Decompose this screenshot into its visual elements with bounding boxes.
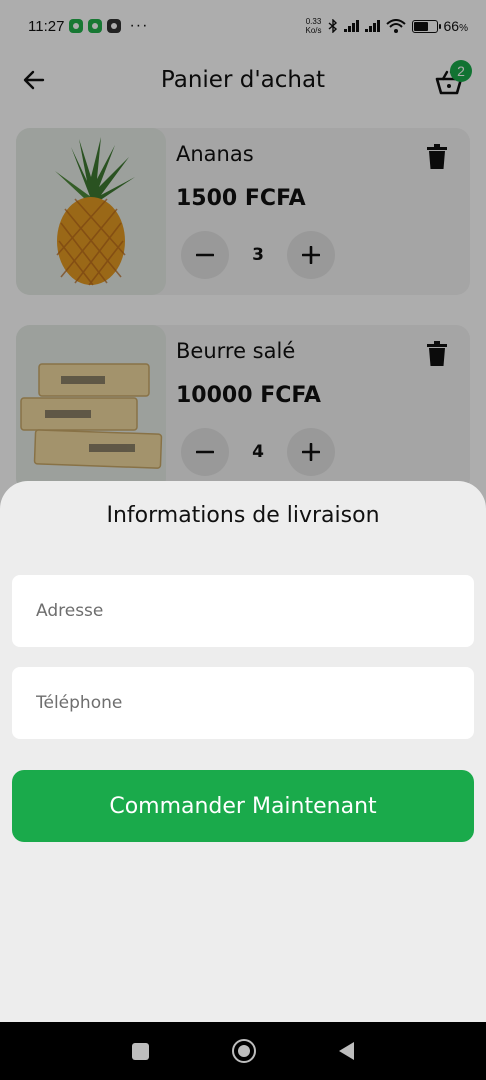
home-icon[interactable] bbox=[231, 1039, 256, 1063]
order-now-button[interactable]: Commander Maintenant bbox=[12, 770, 474, 842]
address-input[interactable] bbox=[12, 575, 474, 647]
sheet-title: Informations de livraison bbox=[106, 503, 380, 528]
system-navigation-bar bbox=[0, 1022, 486, 1080]
address-field bbox=[12, 575, 474, 647]
phone-field bbox=[12, 667, 474, 739]
recent-apps-icon[interactable] bbox=[131, 1042, 149, 1060]
phone-input[interactable] bbox=[12, 667, 474, 739]
back-triangle-icon[interactable] bbox=[339, 1042, 355, 1060]
delivery-bottom-sheet: Informations de livraison Commander Main… bbox=[0, 481, 486, 1022]
